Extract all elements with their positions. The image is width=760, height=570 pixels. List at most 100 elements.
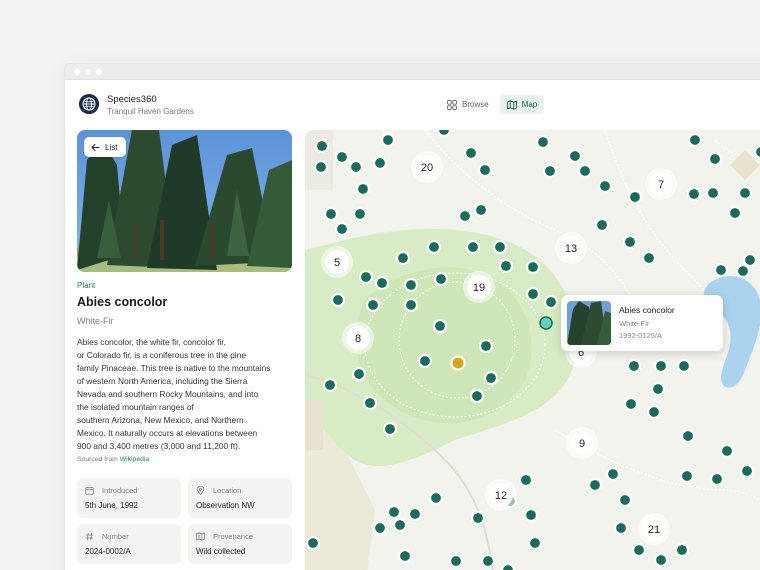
plant-marker[interactable] [358, 269, 374, 285]
plant-marker[interactable] [470, 510, 486, 526]
plant-marker[interactable] [380, 132, 396, 148]
plant-marker[interactable] [542, 163, 558, 179]
plant-marker[interactable] [480, 553, 496, 569]
plant-marker[interactable] [525, 286, 541, 302]
cluster-badge[interactable]: 20 [411, 151, 443, 183]
plant-marker[interactable] [374, 275, 390, 291]
plant-marker[interactable] [403, 277, 419, 293]
plant-marker[interactable] [457, 208, 473, 224]
plant-marker[interactable] [719, 443, 735, 459]
plant-marker[interactable] [523, 507, 539, 523]
garden-map[interactable]: 20 7 13 5 19 8 6 9 12 21 Abies concolor White-Fir… [305, 130, 760, 570]
plant-marker[interactable] [646, 404, 662, 420]
plant-marker[interactable] [680, 428, 696, 444]
species-map-popup[interactable]: Abies concolor White-Fir 1992-0125/A [561, 295, 723, 351]
plant-marker[interactable] [500, 562, 516, 570]
highlighted-plant-marker[interactable] [450, 355, 466, 371]
plant-marker[interactable] [543, 294, 559, 310]
plant-marker[interactable] [674, 542, 690, 558]
plant-marker[interactable] [372, 155, 388, 171]
plant-marker[interactable] [641, 250, 657, 266]
map-tab[interactable]: Map [499, 95, 545, 114]
window-control-dot[interactable] [85, 68, 91, 75]
plant-marker[interactable] [351, 366, 367, 382]
plant-marker[interactable] [653, 358, 669, 374]
plant-marker[interactable] [436, 130, 452, 138]
plant-marker[interactable] [433, 271, 449, 287]
plant-marker[interactable] [334, 149, 350, 165]
plant-marker[interactable] [372, 520, 388, 536]
plant-marker[interactable] [577, 163, 593, 179]
plant-marker[interactable] [631, 542, 647, 558]
plant-marker[interactable] [709, 471, 725, 487]
plant-marker[interactable] [477, 162, 493, 178]
plant-marker[interactable] [650, 381, 666, 397]
plant-marker[interactable] [492, 239, 508, 255]
plant-marker[interactable] [334, 221, 350, 237]
plant-marker[interactable] [322, 377, 338, 393]
plant-marker[interactable] [483, 370, 499, 386]
plant-marker[interactable] [395, 250, 411, 266]
plant-marker[interactable] [428, 490, 444, 506]
cluster-badge[interactable]: 9 [566, 427, 598, 459]
plant-marker[interactable] [397, 548, 413, 564]
cluster-badge[interactable]: 13 [555, 232, 587, 264]
plant-marker[interactable] [735, 263, 751, 279]
plant-marker[interactable] [686, 186, 702, 202]
plant-marker[interactable] [535, 134, 551, 150]
cluster-badge[interactable]: 12 [485, 479, 517, 511]
cluster-badge[interactable]: 19 [463, 271, 495, 303]
plant-marker[interactable] [613, 520, 629, 536]
plant-marker[interactable] [626, 358, 642, 374]
plant-marker[interactable] [465, 239, 481, 255]
browse-tab[interactable]: Browse [440, 95, 496, 114]
plant-marker[interactable] [498, 258, 514, 274]
plant-marker[interactable] [386, 504, 402, 520]
plant-marker[interactable] [362, 395, 378, 411]
plant-marker[interactable] [622, 234, 638, 250]
cluster-badge[interactable]: 5 [321, 246, 353, 278]
plant-marker[interactable] [525, 259, 541, 275]
plant-marker[interactable] [352, 206, 368, 222]
cluster-badge[interactable]: 7 [645, 168, 677, 200]
plant-marker[interactable] [392, 517, 408, 533]
back-to-list-button[interactable]: List [84, 137, 126, 157]
plant-marker[interactable] [403, 297, 419, 313]
plant-marker[interactable] [739, 463, 755, 479]
plant-marker[interactable] [653, 552, 669, 568]
plant-marker[interactable] [330, 292, 346, 308]
plant-marker[interactable] [365, 297, 381, 313]
plant-marker[interactable] [627, 189, 643, 205]
plant-marker[interactable] [305, 535, 321, 551]
plant-marker[interactable] [469, 388, 485, 404]
plant-marker[interactable] [676, 358, 692, 374]
plant-marker[interactable] [705, 185, 721, 201]
plant-marker[interactable] [473, 202, 489, 218]
plant-marker[interactable] [463, 145, 479, 161]
plant-marker[interactable] [679, 468, 695, 484]
plant-marker[interactable] [567, 148, 583, 164]
plant-marker[interactable] [355, 181, 371, 197]
window-control-dot[interactable] [74, 68, 80, 75]
plant-marker[interactable] [417, 353, 433, 369]
plant-marker[interactable] [527, 535, 543, 551]
plant-marker[interactable] [587, 477, 603, 493]
plant-marker[interactable] [687, 132, 703, 148]
plant-marker[interactable] [314, 138, 330, 154]
plant-marker[interactable] [313, 159, 329, 175]
plant-marker[interactable] [348, 159, 364, 175]
plant-marker[interactable] [623, 396, 639, 412]
cluster-badge[interactable]: 21 [638, 513, 670, 545]
plant-marker[interactable] [737, 185, 753, 201]
plant-marker[interactable] [518, 472, 534, 488]
plant-marker[interactable] [713, 262, 729, 278]
window-control-dot[interactable] [96, 68, 102, 75]
plant-marker[interactable] [605, 466, 621, 482]
plant-marker[interactable] [617, 492, 633, 508]
plant-marker[interactable] [478, 338, 494, 354]
plant-marker[interactable] [323, 206, 339, 222]
plant-marker[interactable] [707, 151, 723, 167]
plant-marker[interactable] [742, 252, 758, 268]
plant-marker[interactable] [382, 421, 398, 437]
plant-marker[interactable] [753, 144, 760, 160]
